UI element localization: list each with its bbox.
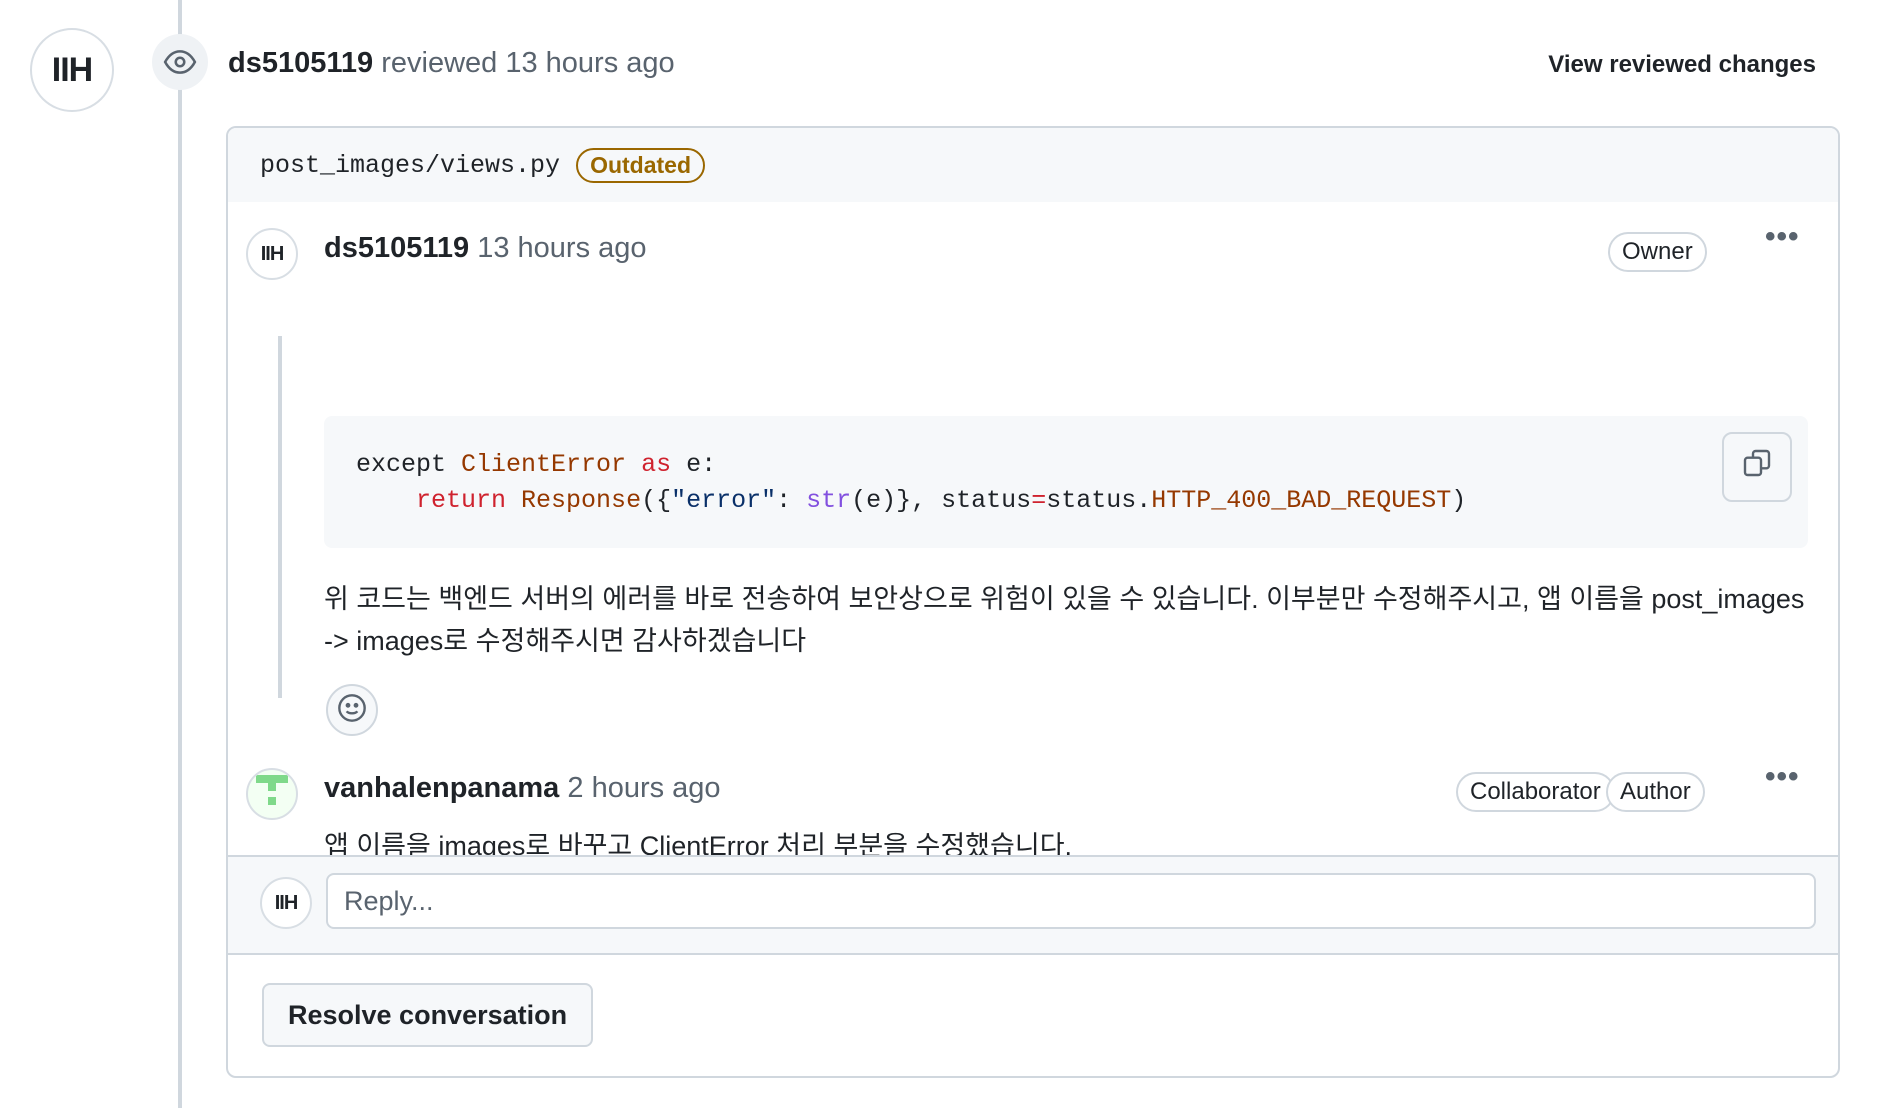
- comment-options-icon[interactable]: •••: [1765, 760, 1800, 794]
- owner-label: Owner: [1608, 232, 1707, 272]
- reply-input[interactable]: Reply...: [326, 873, 1816, 929]
- comment-time[interactable]: 13 hours ago: [477, 232, 646, 264]
- comment-avatar[interactable]: IIH: [246, 228, 298, 280]
- review-action: reviewed: [381, 47, 498, 79]
- view-reviewed-changes-link[interactable]: View reviewed changes: [1548, 51, 1816, 79]
- comment-avatar-text: IIH: [260, 242, 285, 265]
- comment-body-line-1: 위 코드는 백엔드 서버의 에러를 바로 전송하여 보안상으로 위험이 있을 수…: [324, 584, 1805, 614]
- collaborator-label: Collaborator: [1456, 772, 1615, 812]
- eye-icon: [152, 34, 208, 90]
- code-line-1: except ClientError as e:: [356, 450, 717, 479]
- reply-placeholder: Reply...: [344, 885, 434, 916]
- comment-username[interactable]: ds5105119: [324, 232, 469, 264]
- comment-header: ds5105119 13 hours ago: [324, 232, 647, 265]
- outdated-badge: Outdated: [576, 147, 706, 183]
- code-suggestion: except ClientError as e: return Response…: [324, 416, 1808, 548]
- review-time[interactable]: 13 hours ago: [505, 47, 674, 79]
- timeline-line: [178, 0, 182, 1108]
- add-reaction-button[interactable]: [326, 684, 378, 736]
- review-header: ds5105119 reviewed 13 hours ago: [228, 47, 675, 80]
- thread-header: post_images/views.py Outdated: [228, 128, 1838, 202]
- comment-options-icon[interactable]: •••: [1765, 220, 1800, 254]
- reply-avatar-text: IIH: [274, 891, 299, 914]
- reply-avatar: IIH: [260, 877, 312, 929]
- reviewer-avatar-text: IIH: [51, 50, 93, 89]
- comment-username[interactable]: vanhalenpanama: [324, 772, 559, 804]
- resolve-conversation-button[interactable]: Resolve conversation: [262, 983, 594, 1047]
- reviewer-username[interactable]: ds5105119: [228, 47, 373, 79]
- comment-avatar[interactable]: [246, 768, 298, 820]
- reviewer-avatar[interactable]: IIH: [30, 28, 114, 112]
- comment-thread-line: [278, 336, 282, 698]
- file-path[interactable]: post_images/views.py: [260, 151, 560, 180]
- comment-owner: IIH ds5105119 13 hours ago Owner ••• exc…: [228, 202, 1838, 736]
- reply-area: IIH Reply...: [228, 855, 1838, 955]
- comment-body-line-2: -> images로 수정해주시면 감사하겠습니다: [324, 626, 807, 656]
- copy-code-button[interactable]: [1722, 432, 1792, 502]
- comment-body: 위 코드는 백엔드 서버의 에러를 바로 전송하여 보안상으로 위험이 있을 수…: [324, 578, 1824, 662]
- smiley-icon: [336, 692, 368, 729]
- identicon-icon: [252, 771, 292, 817]
- author-label: Author: [1606, 772, 1705, 812]
- copy-icon: [1741, 447, 1773, 487]
- review-thread: post_images/views.py Outdated IIH ds5105…: [226, 126, 1840, 1078]
- code-line-2: return Response({"error": str(e)}, statu…: [416, 486, 1467, 515]
- comment-header: vanhalenpanama 2 hours ago: [324, 772, 721, 805]
- comment-time[interactable]: 2 hours ago: [567, 772, 720, 804]
